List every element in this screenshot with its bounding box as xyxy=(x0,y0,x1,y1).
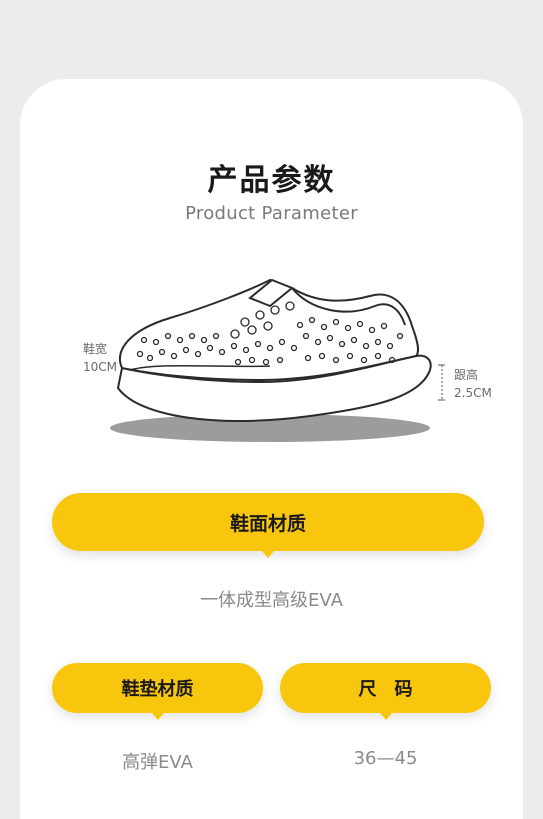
page-title: 产品参数 xyxy=(207,163,336,198)
heel-height-label: 跟高 xyxy=(454,368,479,382)
upper-material-pill: 鞋面材质 xyxy=(52,493,484,558)
shoe-illustration xyxy=(110,278,445,442)
pointer-arrow-icon xyxy=(150,712,165,720)
page-subtitle: Product Parameter xyxy=(185,203,358,224)
insole-material-label: 鞋垫材质 xyxy=(121,679,194,700)
pointer-arrow-icon xyxy=(378,712,393,720)
size-pill: 尺 码 xyxy=(280,663,491,720)
upper-material-label: 鞋面材质 xyxy=(229,512,306,535)
upper-material-value: 一体成型高级EVA xyxy=(200,590,343,611)
insole-material-pill: 鞋垫材质 xyxy=(52,663,263,720)
pointer-arrow-icon xyxy=(261,550,275,558)
width-value: 10CM xyxy=(83,360,118,374)
insole-material-value: 高弹EVA xyxy=(122,752,193,773)
size-value: 36—45 xyxy=(353,748,418,769)
width-label: 鞋宽 xyxy=(83,342,108,356)
heel-height-value: 2.5CM xyxy=(454,386,492,400)
size-label: 尺 码 xyxy=(358,679,413,700)
